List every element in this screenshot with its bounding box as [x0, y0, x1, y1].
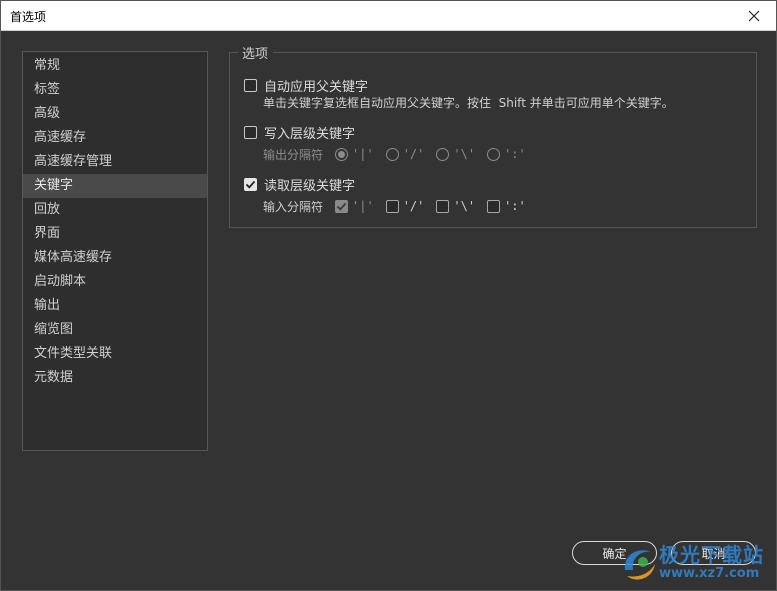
input-separator-pipe-text: '|': [352, 199, 374, 213]
input-separator-checkbox-backslash[interactable]: [436, 199, 450, 213]
close-icon: [748, 10, 760, 22]
sidebar-item-cache-management[interactable]: 高速缓存管理: [23, 150, 207, 174]
auto-parent-checkbox[interactable]: [244, 78, 257, 92]
sidebar-item-interface[interactable]: 界面: [23, 222, 207, 246]
window-title: 首选项: [10, 10, 47, 24]
sidebar-item-startup-scripts[interactable]: 启动脚本: [23, 270, 207, 294]
input-separator-colon-text: ':': [504, 199, 526, 213]
checkmark-icon: [245, 180, 256, 189]
category-list: 常规 标签 高级 高速缓存 高速缓存管理 关键字 回放 界面 媒体高速缓存 启动…: [22, 51, 208, 451]
auto-parent-row: 自动应用父关键字: [244, 76, 369, 95]
output-separator-row: 输出分隔符 '|' '/' '\' ':': [263, 145, 538, 163]
output-separator-radio-colon[interactable]: [487, 147, 501, 161]
preferences-dialog: 首选项 常规 标签 高级 高速缓存 高速缓存管理 关键字 回放 界面 媒体高速缓…: [0, 0, 777, 591]
output-separator-radio-backslash[interactable]: [436, 147, 450, 161]
sidebar-item-output[interactable]: 输出: [23, 294, 207, 318]
sidebar-item-thumbnails[interactable]: 缩览图: [23, 318, 207, 342]
sidebar-item-advanced[interactable]: 高级: [23, 102, 207, 126]
sidebar-item-metadata[interactable]: 元数据: [23, 366, 207, 390]
input-separator-row: 输入分隔符 '|' '/' '\' ':': [263, 197, 538, 215]
input-separator-checkbox-pipe[interactable]: [335, 199, 349, 213]
output-separator-backslash-text: '\': [453, 147, 476, 161]
output-separator-slash-text: '/': [402, 147, 425, 161]
sidebar-item-media-cache[interactable]: 媒体高速缓存: [23, 246, 207, 270]
checkmark-icon: [336, 202, 347, 211]
output-separator-radio-pipe[interactable]: [335, 147, 349, 161]
radio-selected-dot: [338, 150, 346, 158]
write-hierarchical-row: 写入层级关键字: [244, 123, 356, 142]
auto-parent-description: 单击关键字复选框自动应用父关键字。按住 Shift 并单击可应用单个关键字。: [263, 96, 674, 110]
input-separator-slash-text: '/': [402, 199, 425, 213]
sidebar-item-labels[interactable]: 标签: [23, 78, 207, 102]
cancel-button[interactable]: 取消: [671, 541, 756, 565]
output-separator-label: 输出分隔符: [263, 147, 324, 162]
title-bar: 首选项: [1, 1, 776, 31]
sidebar-item-general[interactable]: 常规: [23, 54, 207, 78]
read-hierarchical-checkbox[interactable]: [244, 177, 257, 191]
input-separator-checkbox-colon[interactable]: [487, 199, 501, 213]
options-legend: 选项: [238, 43, 274, 62]
ok-button[interactable]: 确定: [572, 541, 657, 565]
input-separator-label: 输入分隔符: [263, 199, 324, 214]
sidebar-item-playback[interactable]: 回放: [23, 198, 207, 222]
read-hierarchical-label: 读取层级关键字: [264, 178, 356, 194]
output-separator-colon-text: ':': [504, 147, 526, 161]
output-separator-pipe-text: '|': [352, 147, 374, 161]
sidebar-item-keywords[interactable]: 关键字: [23, 174, 207, 198]
input-separator-checkbox-slash[interactable]: [385, 199, 399, 213]
write-hierarchical-checkbox[interactable]: [244, 125, 257, 139]
close-button[interactable]: [732, 1, 776, 31]
watermark-text-line2: www.xz7.com: [659, 566, 760, 581]
sidebar-item-file-type-associations[interactable]: 文件类型关联: [23, 342, 207, 366]
input-separator-backslash-text: '\': [453, 199, 476, 213]
auto-parent-label: 自动应用父关键字: [264, 79, 369, 95]
sidebar-item-cache[interactable]: 高速缓存: [23, 126, 207, 150]
read-hierarchical-row: 读取层级关键字: [244, 175, 356, 194]
write-hierarchical-label: 写入层级关键字: [264, 126, 356, 142]
output-separator-radio-slash[interactable]: [385, 147, 399, 161]
